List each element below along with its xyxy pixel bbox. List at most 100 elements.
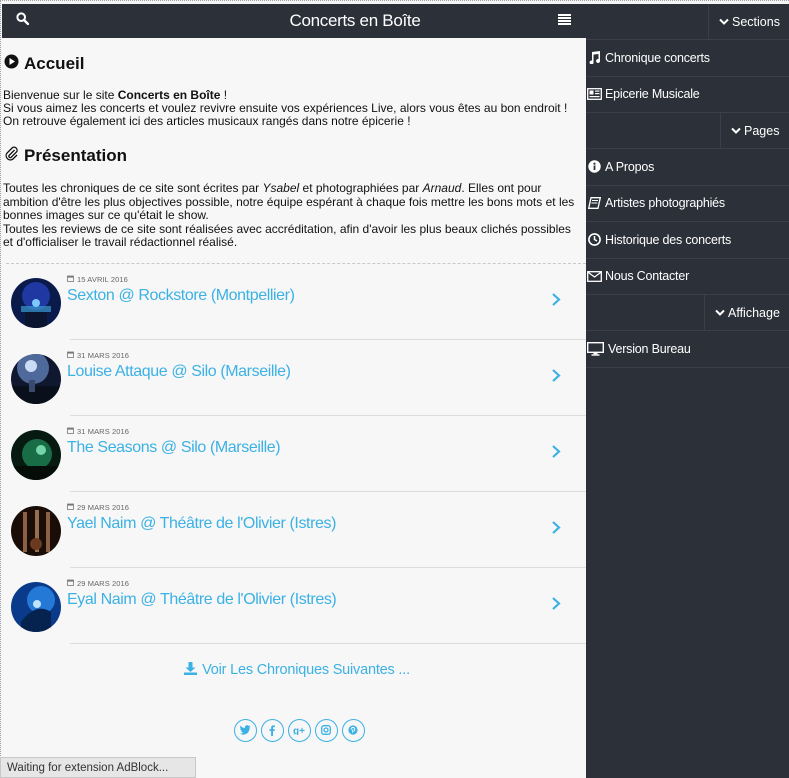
chevron-right-icon[interactable] — [551, 368, 561, 388]
chevron-down-icon — [715, 306, 725, 320]
affichage-toggle[interactable]: Affichage — [704, 295, 789, 330]
sidebar-item-label: Version Bureau — [608, 341, 691, 356]
sidebar-item-label: A Propos — [605, 159, 655, 174]
article-title-link[interactable]: Sexton @ Rockstore (Montpellier) — [67, 287, 295, 305]
chevron-right-icon[interactable] — [551, 520, 561, 540]
accueil-heading: Accueil — [2, 54, 586, 74]
social-links: g+ — [2, 718, 586, 742]
accueil-title: Accueil — [24, 54, 85, 73]
paperclip-icon — [4, 146, 19, 166]
music-icon — [586, 51, 602, 65]
pages-label: Pages — [744, 123, 780, 138]
instagram-icon[interactable] — [314, 718, 338, 742]
article-item[interactable]: 15 AVRIL 2016 Sexton @ Rockstore (Montpe… — [2, 264, 586, 340]
article-item[interactable]: 31 MARS 2016 Louise Attaque @ Silo (Mars… — [2, 340, 586, 416]
book-icon — [586, 197, 602, 210]
sidebar-pages-header[interactable]: Pages — [586, 113, 789, 149]
article-date: 31 MARS 2016 — [67, 427, 129, 436]
calendar-icon — [67, 427, 74, 436]
article-thumbnail[interactable] — [11, 277, 61, 328]
article-list: 15 AVRIL 2016 Sexton @ Rockstore (Montpe… — [2, 264, 586, 644]
intro-text: Bienvenue sur le site Concerts en Boîte … — [2, 89, 586, 128]
pages-toggle[interactable]: Pages — [720, 113, 789, 148]
play-circle-icon — [4, 54, 19, 74]
sidebar-affichage-header[interactable]: Affichage — [586, 295, 789, 331]
intro-site-name: Concerts en Boîte — [117, 88, 221, 102]
sidebar-item-label: Historique des concerts — [605, 232, 732, 247]
newspaper-icon — [586, 88, 602, 101]
svg-text:g+: g+ — [293, 726, 305, 735]
article-title-link[interactable]: Louise Attaque @ Silo (Marseille) — [67, 363, 291, 381]
sidebar-item-label: Nous Contacter — [605, 269, 690, 284]
search-icon[interactable] — [16, 12, 30, 30]
facebook-icon[interactable] — [260, 718, 284, 742]
clock-icon — [586, 233, 602, 247]
more-chronicles-text: Voir Les Chroniques Suivantes ... — [202, 662, 410, 678]
article-item[interactable]: 29 MARS 2016 Yael Naim @ Théâtre de l'Ol… — [2, 492, 586, 568]
status-text: Waiting for extension AdBlock... — [7, 761, 169, 774]
more-chronicles-link[interactable]: Voir Les Chroniques Suivantes ... — [2, 661, 586, 679]
twitter-icon[interactable] — [233, 718, 257, 742]
intro-line1-end: ! — [220, 88, 228, 102]
sidebar-item-version-bureau[interactable]: Version Bureau — [586, 331, 789, 368]
article-title-link[interactable]: The Seasons @ Silo (Marseille) — [67, 439, 281, 457]
sidebar-menu: Sections Chronique concerts Epicerie Mus… — [586, 4, 789, 778]
sidebar-item-epicerie-musicale[interactable]: Epicerie Musicale — [586, 77, 789, 113]
envelope-icon — [586, 270, 602, 282]
article-thumbnail[interactable] — [11, 429, 61, 480]
sidebar-section-header[interactable]: Sections — [586, 4, 789, 40]
sidebar-item-label: Chronique concerts — [605, 50, 710, 65]
article-item[interactable]: 29 MARS 2016 Eyal Naim @ Théâtre de l'Ol… — [2, 568, 586, 644]
article-thumbnail[interactable] — [11, 581, 61, 632]
calendar-icon — [67, 351, 74, 360]
chevron-right-icon[interactable] — [551, 444, 561, 464]
chevron-down-icon — [731, 124, 741, 138]
sidebar-item-a-propos[interactable]: A Propos — [586, 149, 789, 186]
article-title-link[interactable]: Eyal Naim @ Théâtre de l'Olivier (Istres… — [67, 591, 337, 609]
photographer-name: Arnaud — [422, 181, 462, 195]
google-plus-icon[interactable]: g+ — [287, 718, 311, 742]
download-icon — [184, 661, 198, 679]
presentation-heading: Présentation — [2, 146, 586, 166]
browser-status-bar: Waiting for extension AdBlock... — [0, 757, 196, 778]
presentation-title: Présentation — [24, 146, 127, 165]
window-frame-top — [0, 0, 789, 4]
intro-line3: On retrouve également ici des articles m… — [3, 114, 411, 128]
chevron-right-icon[interactable] — [551, 596, 561, 616]
sidebar-item-label: Epicerie Musicale — [605, 87, 700, 102]
article-title-link[interactable]: Yael Naim @ Théâtre de l'Olivier (Istres… — [67, 515, 336, 533]
article-date-text: 31 MARS 2016 — [77, 350, 130, 360]
intro-line1: Bienvenue sur le site — [3, 88, 118, 102]
article-date-text: 31 MARS 2016 — [77, 426, 130, 436]
article-thumbnail[interactable] — [11, 505, 61, 556]
presentation-text: Toutes les chroniques de ce site sont éc… — [2, 181, 586, 250]
sidebar-item-historique-des-concerts[interactable]: Historique des concerts — [586, 222, 789, 259]
sidebar-item-artistes-photographies[interactable]: Artistes photographiés — [586, 186, 789, 222]
sidebar-item-chronique-concerts[interactable]: Chronique concerts — [586, 40, 789, 77]
pres-p2: Toutes les reviews de ce site sont réali… — [3, 221, 571, 249]
sidebar-item-nous-contacter[interactable]: Nous Contacter — [586, 259, 789, 295]
article-thumbnail[interactable] — [11, 353, 61, 404]
article-separator — [70, 642, 586, 644]
pres-p1-a: Toutes les chroniques de ce site sont éc… — [3, 181, 263, 195]
hamburger-menu-icon[interactable] — [558, 12, 571, 30]
chevron-down-icon — [719, 15, 729, 29]
pres-p1-b: et photographiées par — [299, 181, 423, 195]
article-item[interactable]: 31 MARS 2016 The Seasons @ Silo (Marseil… — [2, 416, 586, 492]
sections-toggle[interactable]: Sections — [708, 4, 789, 39]
sidebar-item-label: Artistes photographiés — [605, 196, 725, 211]
sections-label: Sections — [732, 14, 780, 29]
calendar-icon — [67, 275, 74, 284]
article-date-text: 15 AVRIL 2016 — [77, 274, 128, 284]
calendar-icon — [67, 503, 74, 512]
pinterest-icon[interactable] — [341, 718, 365, 742]
desktop-icon — [586, 341, 605, 356]
author-name: Ysabel — [262, 181, 300, 195]
affichage-label: Affichage — [728, 305, 780, 320]
main-content: Accueil Bienvenue sur le site Concerts e… — [2, 38, 586, 778]
article-date-text: 29 MARS 2016 — [77, 502, 130, 512]
article-date: 29 MARS 2016 — [67, 579, 129, 588]
chevron-right-icon[interactable] — [551, 292, 561, 312]
calendar-icon — [67, 579, 74, 588]
article-date: 15 AVRIL 2016 — [67, 275, 128, 284]
